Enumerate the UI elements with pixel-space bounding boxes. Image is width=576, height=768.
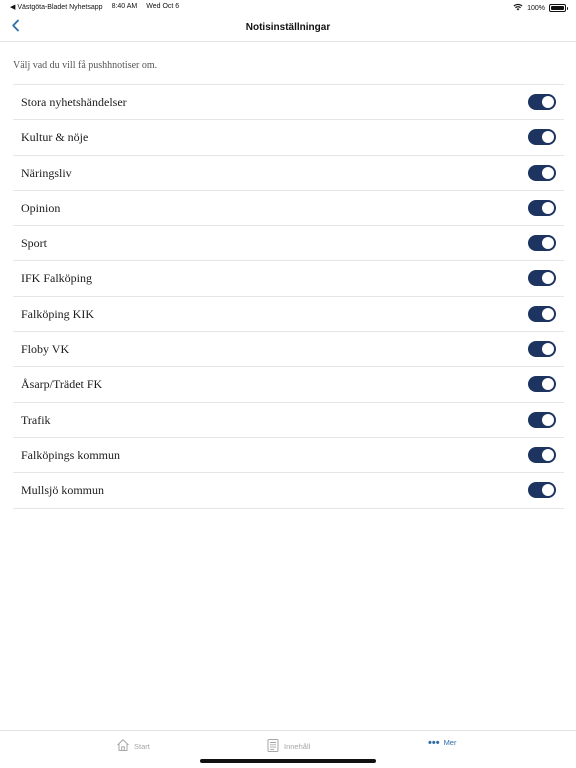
setting-row: Floby VK: [13, 332, 564, 368]
toggle-knob: [542, 166, 554, 179]
setting-row: Mullsjö kommun: [13, 473, 564, 509]
notification-toggle[interactable]: [528, 482, 556, 499]
back-to-app-link[interactable]: ◀ Västgöta-Bladet Nyhetsapp: [10, 3, 103, 11]
setting-row: Kultur & nöje: [13, 120, 564, 156]
tab-start[interactable]: Start: [116, 738, 150, 754]
setting-label: Stora nyhetshändelser: [21, 95, 127, 109]
setting-row: Falköpings kommun: [13, 438, 564, 474]
notification-toggle[interactable]: [528, 199, 556, 216]
tab-start-label: Start: [134, 741, 150, 751]
notification-toggle[interactable]: [528, 446, 556, 463]
tab-mer-label: Mer: [443, 738, 457, 747]
setting-label: IFK Falköping: [21, 271, 93, 286]
notification-toggle[interactable]: [528, 411, 556, 428]
status-left: ◀ Västgöta-Bladet Nyhetsapp 8:40 AM Wed …: [10, 3, 179, 11]
tab-innehall-label: Innehåll: [284, 742, 311, 751]
setting-label: Floby VK: [21, 342, 70, 357]
toggle-knob: [542, 413, 554, 426]
toggle-knob: [542, 237, 554, 250]
notification-toggle[interactable]: [528, 235, 556, 252]
navigation-bar: Notisinställningar: [0, 14, 576, 42]
house-icon: [116, 738, 130, 754]
toggle-knob: [542, 131, 554, 144]
settings-description: Välj vad du vill få pushhnotiser om.: [13, 60, 158, 71]
more-dots-icon: •••: [428, 736, 440, 749]
setting-label: Falköping KIK: [21, 306, 94, 321]
wifi-icon: [513, 3, 523, 13]
setting-label: Sport: [21, 236, 48, 251]
notification-toggle[interactable]: [528, 164, 556, 181]
notification-toggle[interactable]: [528, 305, 556, 322]
status-bar: ◀ Västgöta-Bladet Nyhetsapp 8:40 AM Wed …: [0, 0, 576, 14]
tab-innehall[interactable]: Innehåll: [266, 738, 310, 755]
page-title: Notisinställningar: [245, 22, 331, 33]
toggle-knob: [542, 378, 554, 391]
battery-level: [551, 6, 564, 10]
notification-toggle[interactable]: [528, 376, 556, 393]
toggle-knob: [542, 343, 554, 356]
toggle-knob: [542, 272, 554, 285]
notification-toggle[interactable]: [528, 341, 556, 358]
tab-mer[interactable]: ••• Mer: [428, 736, 457, 749]
status-time: 8:40 AM: [111, 3, 138, 10]
setting-label: Falköpings kommun: [21, 447, 121, 462]
setting-label: Trafik: [21, 412, 51, 427]
notification-toggle[interactable]: [528, 129, 556, 146]
setting-label: Mullsjö kommun: [21, 483, 105, 498]
setting-row: Stora nyhetshändelser: [13, 85, 564, 121]
setting-row: Falköping KIK: [13, 297, 564, 333]
setting-label: Åsarp/Trädet FK: [21, 377, 103, 392]
document-list-icon: [266, 738, 280, 755]
toggle-knob: [542, 484, 554, 497]
status-date: Wed Oct 6: [146, 3, 180, 10]
setting-row: Trafik: [13, 403, 564, 438]
home-indicator: [200, 759, 376, 763]
battery-icon: [549, 4, 568, 12]
toggle-knob: [542, 448, 554, 461]
setting-label: Näringsliv: [21, 165, 72, 180]
status-right: 100%: [513, 3, 568, 13]
setting-row: Åsarp/Trädet FK: [13, 367, 564, 403]
setting-row: Näringsliv: [13, 156, 564, 191]
notification-toggle[interactable]: [528, 94, 556, 110]
setting-row: Opinion: [13, 191, 564, 227]
setting-row: IFK Falköping: [13, 261, 564, 297]
toggle-knob: [542, 96, 554, 108]
notification-settings-list: Stora nyhetshändelser Kultur & nöje Näring…: [13, 84, 564, 509]
battery-percentage: 100%: [527, 4, 545, 12]
toggle-knob: [542, 307, 554, 320]
toggle-knob: [542, 201, 554, 214]
notification-toggle[interactable]: [528, 270, 556, 287]
setting-row: Sport: [13, 226, 564, 262]
setting-label: Kultur & nöje: [21, 130, 89, 145]
setting-label: Opinion: [21, 200, 61, 215]
